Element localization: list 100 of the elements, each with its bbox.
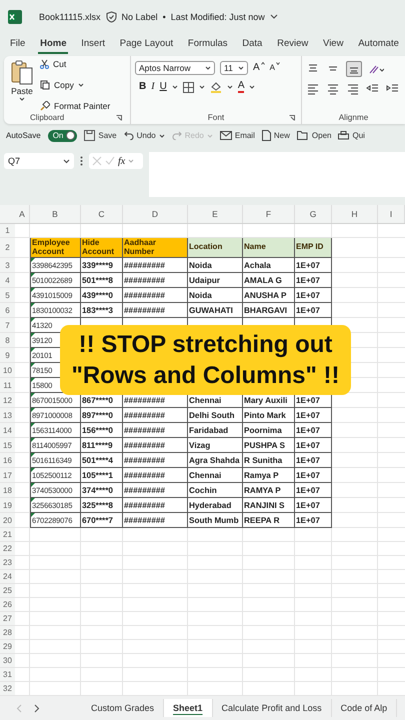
error-indicator-icon	[31, 483, 35, 487]
menu-tab[interactable]: File	[8, 34, 28, 54]
column-header[interactable]: G	[310, 209, 316, 219]
caret-icon[interactable]	[249, 85, 256, 89]
row-header[interactable]: 32	[3, 684, 12, 693]
row-header[interactable]: 26	[3, 600, 12, 609]
name-box[interactable]: Q7	[4, 153, 74, 169]
row-header[interactable]: 9	[5, 350, 10, 360]
borders-icon[interactable]	[182, 82, 194, 92]
menu-tab[interactable]: Review	[275, 34, 310, 54]
quick-button[interactable]: Qui	[338, 130, 365, 140]
paste-button[interactable]: Paste	[8, 59, 36, 113]
menu-tab[interactable]: Data	[240, 34, 264, 54]
orientation-icon[interactable]	[368, 63, 384, 75]
column-header[interactable]: C	[98, 209, 105, 219]
row-header[interactable]: 25	[3, 586, 12, 595]
error-indicator-icon	[31, 423, 35, 427]
dialog-launcher-icon[interactable]	[116, 114, 122, 120]
row-header[interactable]: 21	[3, 530, 12, 539]
row-header[interactable]: 23	[3, 558, 12, 567]
row-header[interactable]: 3	[5, 260, 10, 270]
table-cell: 811****9	[81, 438, 123, 453]
row-header[interactable]: 16	[3, 456, 12, 464]
font-size-dropdown[interactable]: 11	[220, 61, 248, 75]
row-header[interactable]: 12	[3, 396, 12, 404]
chevron-down-icon[interactable]	[270, 14, 278, 20]
last-modified-status[interactable]: Last Modified: Just now	[170, 12, 265, 22]
sheet-tab[interactable]: Sheet1	[164, 699, 213, 717]
save-button[interactable]: Save	[84, 130, 117, 141]
row-header[interactable]: 2	[5, 243, 10, 252]
align-left-icon[interactable]	[306, 83, 320, 95]
format-painter-button[interactable]: Format Painter	[40, 101, 110, 111]
more-options-icon[interactable]	[80, 156, 83, 166]
row-header[interactable]: 10	[3, 366, 12, 374]
row-header[interactable]: 18	[3, 486, 12, 494]
row-header[interactable]: 11	[3, 380, 12, 390]
decrease-font-button[interactable]: A	[270, 62, 280, 74]
column-header[interactable]: F	[266, 209, 272, 219]
menu-tab[interactable]: View	[321, 34, 346, 54]
sheet-tab[interactable]: Calculate Profit and Loss	[212, 699, 332, 717]
column-header[interactable]: D	[152, 209, 158, 219]
caret-icon	[206, 134, 213, 138]
row-header[interactable]: 29	[3, 642, 12, 651]
row-header[interactable]: 14	[3, 426, 12, 434]
row-header[interactable]: 27	[3, 614, 12, 623]
menu-tab[interactable]: Automate	[356, 34, 401, 54]
menu-tab[interactable]: Formulas	[186, 34, 230, 54]
column-header[interactable]: I	[390, 209, 392, 219]
caret-icon[interactable]	[226, 85, 233, 89]
row-header[interactable]: 5	[5, 290, 10, 300]
row-header[interactable]: 17	[3, 470, 12, 480]
italic-button[interactable]: I	[151, 81, 155, 93]
autosave-toggle[interactable]: On	[48, 130, 78, 142]
row-header[interactable]: 30	[3, 656, 12, 665]
bold-button[interactable]: B	[139, 81, 146, 93]
font-name-dropdown[interactable]: Aptos Narrow	[135, 61, 215, 75]
row-header[interactable]: 20	[3, 516, 12, 524]
row-header[interactable]: 8	[5, 336, 10, 344]
new-button[interactable]: New	[262, 130, 290, 141]
row-header[interactable]: 4	[5, 276, 10, 284]
file-name[interactable]: Book11115.xlsx	[39, 12, 101, 22]
row-header[interactable]: 15	[3, 440, 12, 450]
underline-button[interactable]: U	[160, 81, 167, 93]
fill-color-icon[interactable]	[210, 81, 222, 93]
increase-font-button[interactable]: A	[253, 62, 265, 74]
align-bottom-icon[interactable]	[346, 61, 362, 77]
row-header[interactable]: 7	[5, 320, 10, 330]
row-header[interactable]: 31	[3, 670, 12, 679]
next-sheet-icon[interactable]	[34, 704, 40, 712]
align-right-icon[interactable]	[346, 83, 360, 95]
menu-tab[interactable]: Insert	[79, 34, 108, 54]
cut-button[interactable]: Cut	[40, 59, 110, 69]
open-button[interactable]: Open	[296, 131, 332, 140]
column-header[interactable]: A	[19, 209, 25, 219]
font-color-button[interactable]: A	[238, 81, 244, 93]
copy-button[interactable]: Copy	[40, 80, 110, 90]
row-header[interactable]: 6	[5, 306, 10, 314]
check-icon[interactable]	[105, 156, 115, 166]
row-header[interactable]: 22	[3, 544, 12, 553]
dialog-launcher-icon[interactable]	[289, 114, 295, 120]
sheet-tab[interactable]: Code of Alp	[332, 699, 398, 717]
row-header[interactable]: 1	[5, 226, 10, 235]
menu-tab[interactable]: Page Layout	[118, 34, 176, 54]
printer-icon	[338, 130, 350, 140]
row-header[interactable]: 19	[3, 500, 12, 510]
email-button[interactable]: Email	[220, 131, 255, 140]
sensitivity-label[interactable]: No Label	[122, 12, 158, 22]
caret-icon[interactable]	[198, 85, 205, 89]
insert-function-button[interactable]: fx	[118, 156, 126, 166]
undo-button[interactable]: Undo	[124, 131, 165, 140]
row-header[interactable]: 13	[3, 410, 12, 420]
row-header[interactable]: 28	[3, 628, 12, 637]
table-cell: Hyderabad	[188, 498, 243, 513]
column-header[interactable]: E	[212, 209, 218, 219]
row-header[interactable]: 24	[3, 572, 12, 581]
align-center-icon[interactable]	[326, 83, 340, 95]
column-header[interactable]: B	[52, 209, 58, 219]
menu-tab[interactable]: Home	[38, 34, 68, 54]
column-header[interactable]: H	[351, 209, 358, 219]
caret-icon[interactable]	[172, 85, 178, 89]
